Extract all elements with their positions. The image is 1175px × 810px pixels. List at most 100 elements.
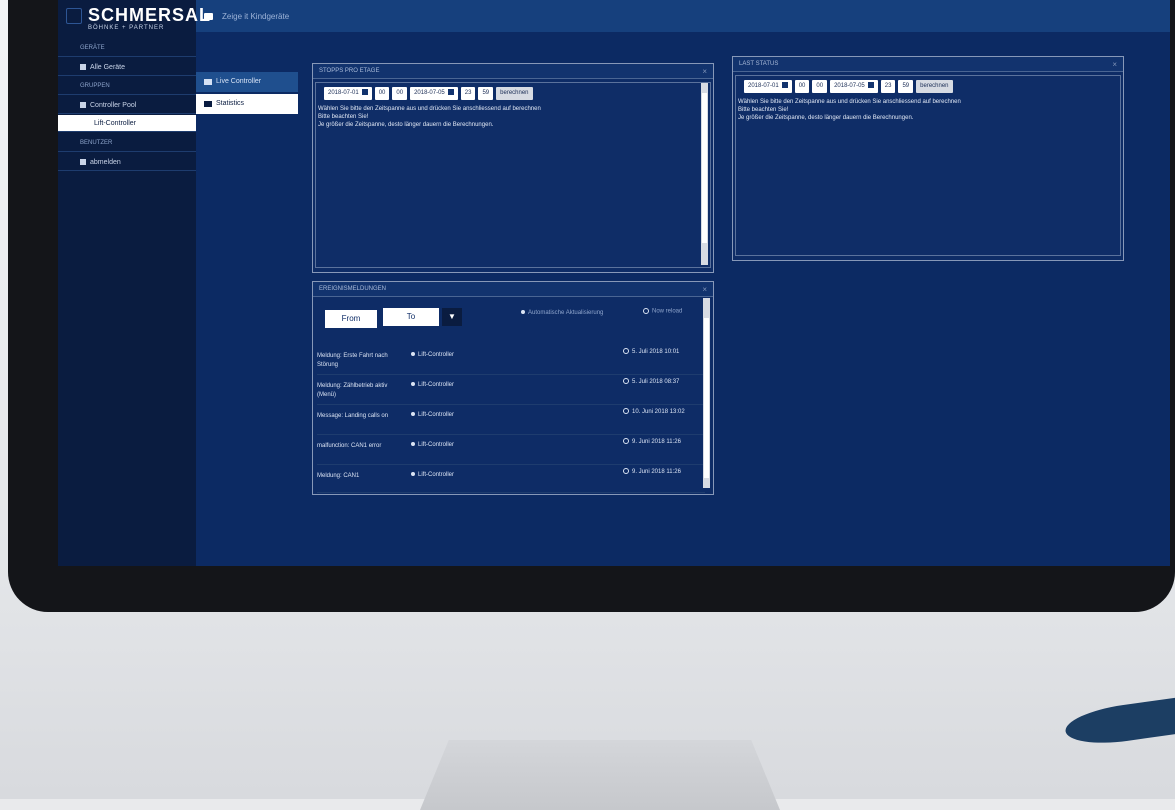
sidebar-item-label: Lift-Controller — [94, 120, 137, 127]
to-hour-field[interactable]: 23 — [880, 80, 896, 93]
event-device: Lift-Controller — [411, 382, 454, 388]
panel-title: LAST STATUS — [733, 57, 1123, 72]
event-row[interactable]: malfunction: CAN1 error Lift-Controller … — [317, 436, 705, 465]
instruction-line: Wählen Sie bitte den Zeitspanne aus und … — [318, 106, 541, 112]
breadcrumb[interactable]: Zeige it Kindgeräte — [222, 12, 289, 21]
device-dot-icon — [411, 382, 415, 387]
brand-subtitle: BÖHNKE + PARTNER — [88, 25, 165, 31]
scroll-thumb[interactable] — [704, 318, 709, 478]
event-name: malfunction: CAN1 error — [317, 443, 382, 449]
sidebar: GERÄTE Alle Geräte GRUPPEN Controller Po… — [58, 40, 196, 566]
from-hour-field[interactable]: 00 — [794, 80, 810, 93]
to-minute-field[interactable]: 59 — [478, 87, 494, 100]
instruction-line: Je größer die Zeitspanne, desto länger d… — [738, 115, 914, 121]
to-date-field[interactable]: 2018-07-05 — [830, 80, 878, 93]
event-time: 9. Juni 2018 11:26 — [623, 468, 703, 477]
auto-refresh-option[interactable]: Automatische Aktualisierung — [521, 310, 603, 316]
event-name: Meldung: Erste Fahrt nach Störung — [317, 353, 388, 368]
from-date-field[interactable]: 2018-07-01 — [324, 87, 372, 100]
event-time-label: 5. Juli 2018 10:01 — [632, 349, 680, 355]
logout-icon — [80, 159, 86, 166]
scroll-thumb[interactable] — [702, 93, 707, 243]
date-range-controls: 2018-07-01 00 00 2018-07-05 23 59 berech… — [324, 87, 533, 100]
to-date-field[interactable]: 2018-07-05 — [410, 87, 458, 100]
from-filter-button[interactable]: From — [325, 310, 377, 328]
menu-icon[interactable] — [66, 8, 82, 24]
clock-icon — [623, 468, 629, 475]
option-label: Now reload — [652, 308, 683, 315]
brand-logo[interactable]: SCHMERSAL — [88, 5, 211, 26]
event-time: 9. Juni 2018 11:26 — [623, 438, 703, 447]
event-device: Lift-Controller — [411, 442, 454, 448]
event-name: Meldung: Zählbetrieb aktiv (Menü) — [317, 383, 388, 398]
instruction-line: Je größer die Zeitspanne, desto länger d… — [318, 122, 494, 128]
calculate-button[interactable]: berechnen — [496, 87, 533, 100]
to-hour-field[interactable]: 23 — [460, 87, 476, 100]
sidebar-item-all-devices[interactable]: Alle Geräte — [58, 59, 196, 76]
option-label: Automatische Aktualisierung — [528, 310, 604, 316]
event-device-label: Lift-Controller — [418, 352, 455, 358]
tab-label: Live Controller — [216, 78, 262, 85]
event-time-label: 9. Juni 2018 11:26 — [632, 469, 681, 475]
event-messages-panel: EREIGNISMELDUNGEN × From To ▼ Automatisc… — [312, 281, 714, 495]
to-minute-field[interactable]: 59 — [898, 80, 914, 93]
tab-live-controller[interactable]: Live Controller — [196, 72, 298, 92]
device-dot-icon — [411, 472, 415, 477]
sidebar-item-label: Controller Pool — [90, 102, 137, 109]
clock-icon — [623, 378, 629, 385]
scrollbar[interactable] — [703, 298, 710, 488]
sidebar-item-controller-pool[interactable]: Controller Pool — [58, 97, 196, 114]
app-screen: Zeige it Kindgeräte SCHMERSAL BÖHNKE + P… — [58, 0, 1170, 566]
instruction-text: Wählen Sie bitte den Zeitspanne aus und … — [738, 98, 961, 122]
close-icon[interactable]: × — [702, 67, 707, 76]
event-device: Lift-Controller — [411, 352, 454, 358]
instruction-line: Bitte beachten Sie! — [738, 107, 789, 113]
from-date-field[interactable]: 2018-07-01 — [744, 80, 792, 93]
stops-per-floor-panel: STOPPS PRO ETAGE × 2018-07-01 00 00 2018… — [312, 63, 714, 273]
sidebar-header-users: BENUTZER — [58, 135, 196, 152]
from-hour-field[interactable]: 00 — [374, 87, 390, 100]
event-time-label: 9. Juni 2018 11:26 — [632, 439, 681, 445]
event-device-label: Lift-Controller — [418, 472, 455, 478]
calendar-icon — [867, 82, 874, 89]
to-date-value: 2018-07-05 — [414, 90, 445, 96]
calculate-button[interactable]: berechnen — [916, 80, 953, 93]
event-row[interactable]: Message: Landing calls on Lift-Controlle… — [317, 406, 705, 435]
scrollbar[interactable] — [701, 83, 708, 265]
from-minute-field[interactable]: 00 — [812, 80, 828, 93]
event-row[interactable]: Meldung: Erste Fahrt nach Störung Lift-C… — [317, 346, 705, 375]
panel-title: EREIGNISMELDUNGEN — [313, 282, 713, 297]
event-device: Lift-Controller — [411, 472, 454, 478]
tab-label: Statistics — [216, 100, 245, 107]
last-status-panel: LAST STATUS × 2018-07-01 00 00 2018-07-0… — [732, 56, 1124, 261]
sidebar-item-logout[interactable]: abmelden — [58, 154, 196, 171]
from-date-value: 2018-07-01 — [328, 90, 359, 96]
event-time: 5. Juli 2018 10:01 — [623, 348, 703, 357]
to-filter-button[interactable]: To — [383, 308, 439, 326]
close-icon[interactable]: × — [702, 285, 707, 294]
close-icon[interactable]: × — [1112, 60, 1117, 69]
panel-title: STOPPS PRO ETAGE — [313, 64, 713, 79]
refresh-icon — [643, 308, 649, 314]
tab-statistics[interactable]: Statistics — [196, 94, 298, 114]
device-dot-icon — [411, 412, 415, 417]
device-dot-icon — [411, 442, 415, 447]
instruction-line: Wählen Sie bitte den Zeitspanne aus und … — [738, 99, 961, 105]
from-minute-field[interactable]: 00 — [392, 87, 408, 100]
list-icon — [204, 79, 212, 85]
event-row[interactable]: Meldung: CAN1 Lift-Controller 9. Juni 20… — [317, 466, 705, 493]
stops-panel-body: 2018-07-01 00 00 2018-07-05 23 59 berech… — [315, 82, 711, 268]
date-range-controls: 2018-07-01 00 00 2018-07-05 23 59 berech… — [744, 80, 953, 93]
clock-icon — [623, 438, 629, 445]
clock-icon — [623, 348, 629, 355]
instruction-line: Bitte beachten Sie! — [318, 114, 369, 120]
event-row[interactable]: Meldung: Zählbetrieb aktiv (Menü) Lift-C… — [317, 376, 705, 405]
event-device-label: Lift-Controller — [418, 412, 455, 418]
sidebar-item-lift-controller[interactable]: Lift-Controller — [58, 115, 196, 132]
clock-icon — [623, 408, 629, 415]
from-date-value: 2018-07-01 — [748, 83, 779, 89]
event-time: 5. Juli 2018 08:37 — [623, 378, 703, 387]
calendar-icon — [447, 89, 454, 96]
filter-dropdown-icon[interactable]: ▼ — [442, 308, 462, 326]
reload-option[interactable]: Now reload — [643, 308, 682, 315]
